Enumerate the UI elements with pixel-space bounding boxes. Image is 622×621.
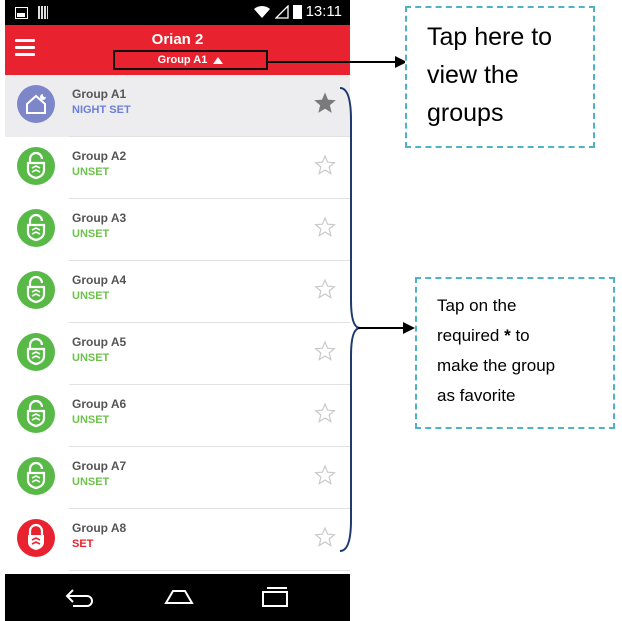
group-row[interactable]: Group A7 UNSET [5,447,350,509]
phone-screen: 13:11 Orian 2 Group A1 Group A1 NIGHT SET… [5,0,350,621]
star-outline-icon[interactable] [314,340,336,362]
screenshot-notification-icon [15,6,28,19]
app-bar: Orian 2 Group A1 [5,25,350,75]
group-row[interactable]: Group A4 UNSET [5,261,350,323]
callout-mid-line: as favorite [437,386,516,405]
triangle-up-icon [213,56,224,64]
arrow-head-mid [403,322,415,334]
row-divider [69,570,350,571]
wifi-icon [253,5,270,18]
callout-top-line: Tap here to [427,23,553,51]
app-title: Orian 2 [151,31,204,48]
unlocked-shield-icon [17,333,55,371]
locked-shield-icon [17,519,55,557]
callout-view-groups: Tap here to view the groups [405,6,595,148]
star-outline-icon[interactable] [314,402,336,424]
group-selector-button[interactable]: Group A1 [113,50,268,70]
star-outline-icon[interactable] [314,216,336,238]
group-name: Group A8 [72,521,127,535]
group-name: Group A1 [72,87,127,101]
battery-icon [292,4,302,19]
group-state: UNSET [72,352,110,364]
group-name: Group A3 [72,211,127,225]
star-outline-icon[interactable] [314,278,336,300]
star-filled-icon[interactable] [314,92,336,114]
group-row[interactable]: Group A8 SET [5,509,350,571]
group-name: Group A7 [72,459,127,473]
home-icon[interactable] [163,584,195,610]
group-state: UNSET [72,166,110,178]
group-state: UNSET [72,290,110,302]
recent-apps-icon[interactable] [259,584,291,610]
group-row[interactable]: Group A1 NIGHT SET [5,75,350,137]
callout-mid-text: to [510,326,530,345]
unlocked-shield-icon [17,209,55,247]
callout-top-line: groups [427,99,504,127]
group-state: SET [72,538,94,550]
callout-mid-line: Tap on the [437,296,517,315]
navigation-bar [5,574,350,621]
callout-mid-text: required [437,326,505,345]
group-row[interactable]: Group A3 UNSET [5,199,350,261]
unlocked-shield-icon [17,147,55,185]
callout-mid-star: * [504,326,511,345]
group-row[interactable]: Group A2 UNSET [5,137,350,199]
clock: 13:11 [305,3,342,20]
star-outline-icon[interactable] [314,526,336,548]
star-outline-icon[interactable] [314,464,336,486]
group-state: UNSET [72,414,110,426]
unlocked-shield-icon [17,457,55,495]
signal-icon [274,4,289,19]
callout-mid-line: required * to [437,321,593,351]
group-selector-label: Group A1 [157,54,208,66]
group-row[interactable]: Group A5 UNSET [5,323,350,385]
group-state: UNSET [72,476,110,488]
group-name: Group A2 [72,149,127,163]
group-state: UNSET [72,228,110,240]
barcode-notification-icon [38,6,48,19]
back-icon[interactable] [63,584,95,610]
callout-mid-line: make the group [437,356,556,375]
status-bar: 13:11 [5,0,350,25]
group-name: Group A5 [72,335,127,349]
group-name: Group A6 [72,397,127,411]
group-state: NIGHT SET [72,104,131,116]
callout-top-line: view the [427,61,519,89]
callout-favorite: Tap on the required * to make the group … [415,277,615,429]
group-name: Group A4 [72,273,127,287]
home-night-icon [17,85,55,123]
star-outline-icon[interactable] [314,154,336,176]
group-row[interactable]: Group A6 UNSET [5,385,350,447]
unlocked-shield-icon [17,271,55,309]
unlocked-shield-icon [17,395,55,433]
group-list: Group A1 NIGHT SET Group A2 UNSET Group A3 UN… [5,75,350,574]
